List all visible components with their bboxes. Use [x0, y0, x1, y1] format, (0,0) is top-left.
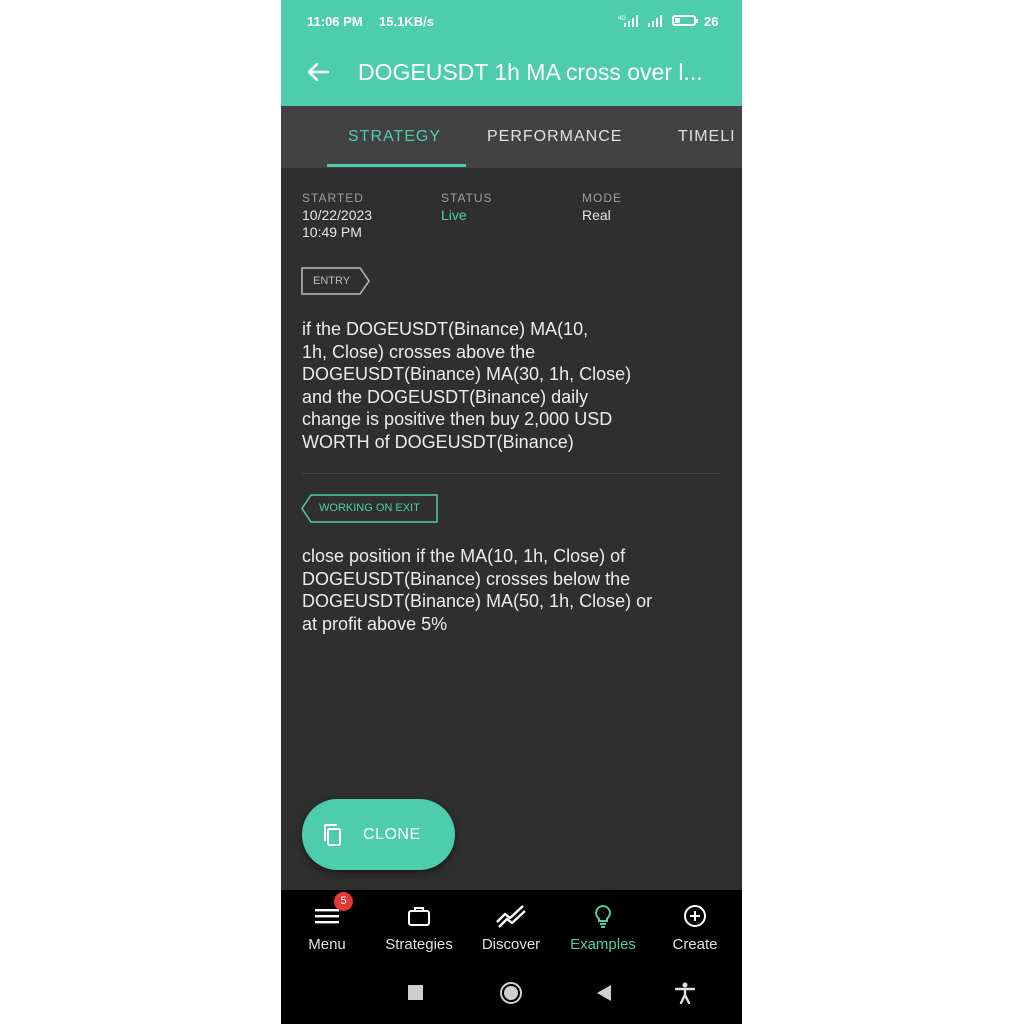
nav-discover[interactable]: Discover — [465, 890, 557, 960]
exit-line: close position if the MA(10, 1h, Close) … — [302, 546, 626, 566]
exit-text: close position if the MA(10, 1h, Close) … — [302, 545, 712, 635]
recents-square-icon[interactable] — [408, 985, 423, 1000]
copy-icon — [324, 824, 341, 846]
entry-line: if the DOGEUSDT(Binance) MA(10, — [302, 319, 589, 339]
nav-menu-label: Menu — [308, 936, 346, 953]
clone-button[interactable]: CLONE — [302, 799, 455, 870]
page-title: DOGEUSDT 1h MA cross over l... — [358, 59, 703, 85]
tab-bar: STRATEGY PERFORMANCE TIMELI — [281, 106, 742, 168]
back-triangle-icon[interactable] — [597, 985, 611, 1001]
entry-line: change is positive then buy 2,000 USD — [302, 409, 613, 429]
status-time: 11:06 PM — [307, 14, 363, 29]
lightbulb-icon — [595, 904, 611, 928]
accessibility-icon[interactable] — [675, 982, 695, 1004]
home-circle-icon[interactable] — [499, 981, 523, 1005]
app-bar: DOGEUSDT 1h MA cross over l... — [281, 44, 742, 106]
exit-line: DOGEUSDT(Binance) crosses below the — [302, 568, 631, 589]
nav-strategies-label: Strategies — [385, 936, 453, 953]
entry-line: and the DOGEUSDT(Binance) daily — [302, 386, 589, 407]
mode-value: Real — [582, 207, 611, 223]
signal-icon-2 — [648, 15, 662, 27]
started-value: 10/22/2023 10:49 PM — [302, 207, 372, 241]
nav-discover-label: Discover — [481, 936, 541, 953]
exit-line: DOGEUSDT(Binance) MA(50, 1h, Close) or — [302, 591, 653, 611]
plus-circle-icon — [684, 905, 706, 927]
status-bar: 11:06 PM 15.1KB/s 4G 26 — [281, 0, 742, 44]
started-time: 10:49 PM — [302, 224, 362, 240]
system-nav-bar — [281, 960, 742, 1024]
nav-strategies[interactable]: Strategies — [373, 890, 465, 960]
nav-create[interactable]: Create — [649, 890, 741, 960]
entry-tag: ENTRY — [313, 275, 351, 287]
entry-line: WORTH of DOGEUSDT(Binance) — [302, 431, 574, 452]
battery-percent: 26 — [704, 14, 719, 29]
tab-strategy[interactable]: STRATEGY — [348, 128, 441, 146]
clone-label: CLONE — [363, 826, 421, 843]
divider — [302, 473, 720, 474]
entry-text: if the DOGEUSDT(Binance) MA(10, 1h, Clos… — [302, 318, 712, 453]
signal-icon: 4G — [618, 15, 638, 27]
battery-icon — [672, 15, 698, 26]
signal-4g-label: 4G — [618, 16, 626, 22]
notification-badge: 5 — [334, 892, 353, 911]
entry-line: 1h, Close) crosses above the — [302, 341, 536, 362]
network-rate: 15.1KB/s — [379, 14, 434, 29]
active-tab-indicator — [327, 164, 466, 167]
tab-timeline[interactable]: TIMELI — [678, 128, 736, 146]
exit-line: at profit above 5% — [302, 613, 448, 634]
exit-tag: WORKING ON EXIT — [319, 502, 420, 514]
bottom-nav: 5 Menu Strategies Discover Examples Crea… — [281, 890, 742, 960]
arrow-left-icon[interactable] — [303, 57, 333, 87]
mode-label: MODE — [582, 191, 622, 205]
briefcase-icon — [408, 907, 430, 926]
status-value: Live — [441, 207, 467, 223]
started-date: 10/22/2023 — [302, 207, 373, 223]
tab-performance[interactable]: PERFORMANCE — [487, 128, 622, 146]
started-label: STARTED — [302, 191, 364, 205]
status-label: STATUS — [441, 191, 493, 205]
entry-line: DOGEUSDT(Binance) MA(30, 1h, Close) — [302, 364, 632, 384]
nav-create-label: Create — [672, 936, 718, 953]
phone-screen: 11:06 PM 15.1KB/s 4G 26 DOGEUSDT 1h MA c… — [281, 0, 742, 1024]
nav-menu[interactable]: 5 Menu — [281, 890, 373, 960]
trend-lines-icon — [496, 905, 526, 928]
nav-examples[interactable]: Examples — [557, 890, 649, 960]
nav-examples-label: Examples — [570, 936, 636, 953]
